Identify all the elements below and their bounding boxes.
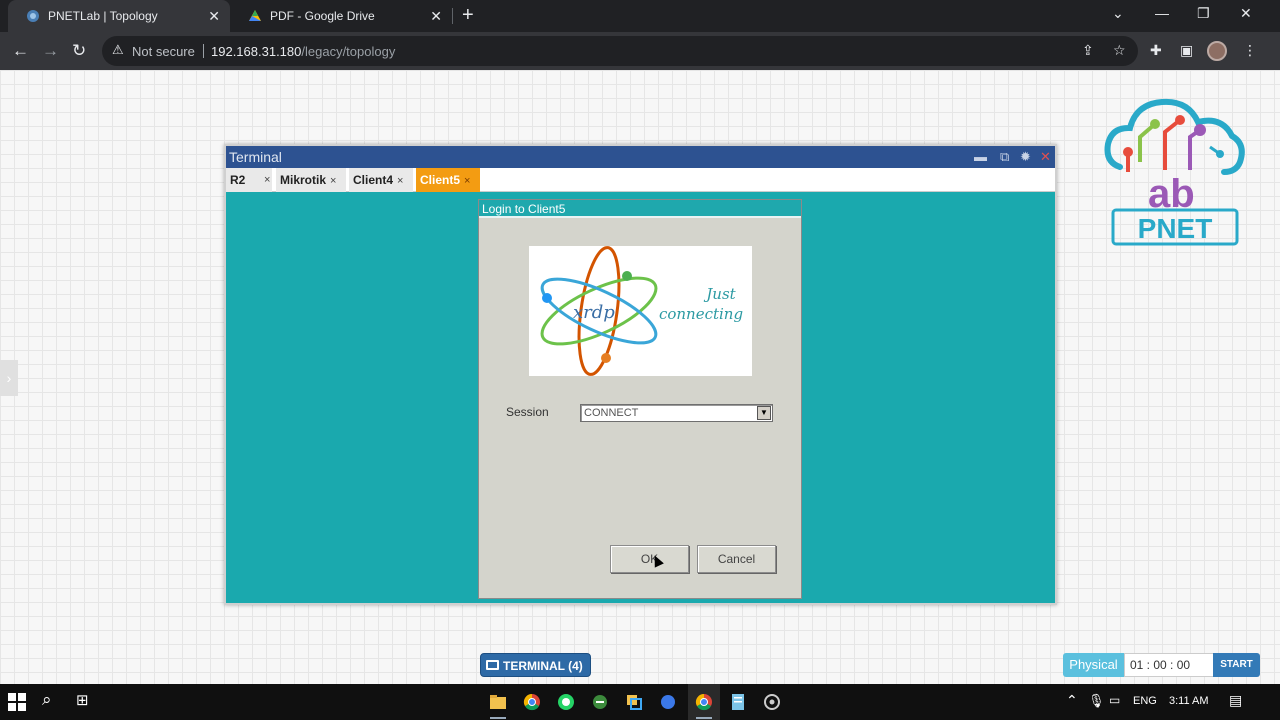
physical-mode-button[interactable]: Physical — [1063, 653, 1124, 677]
url-path: /legacy/topology — [301, 44, 396, 59]
tab-separator — [452, 8, 453, 24]
close-window-icon[interactable]: ✕ — [1240, 5, 1252, 22]
chrome-active-icon[interactable] — [694, 692, 714, 712]
terminal-title: Terminal — [229, 149, 282, 165]
xrdp-tagline-line-2: connecting — [658, 305, 744, 323]
login-dialog-title[interactable]: Login to Client5 — [479, 200, 801, 218]
terminal-tab-r2[interactable]: R2 × — [226, 168, 272, 192]
xrdp-logo-word: xrdp — [573, 302, 615, 323]
bookmark-star-icon[interactable]: ☆ — [1113, 42, 1126, 59]
show-hidden-icons-chevron-icon[interactable]: ⌃ — [1066, 692, 1078, 709]
minimize-icon[interactable]: ▬ — [974, 146, 987, 168]
tab-label: Client4 — [353, 173, 394, 187]
svg-text:PNET: PNET — [1138, 213, 1213, 244]
forward-arrow-icon[interactable]: → — [42, 41, 59, 61]
security-status-label[interactable]: Not secure — [132, 44, 195, 59]
language-indicator[interactable]: ENG — [1133, 695, 1157, 707]
browser-tab-google-drive[interactable]: PDF - Google Drive ✕ — [230, 0, 452, 32]
notepad-icon[interactable] — [728, 692, 748, 712]
browser-app-icon[interactable] — [658, 692, 678, 712]
browser-tab-title: PDF - Google Drive — [270, 9, 375, 23]
chrome-icon[interactable] — [522, 692, 542, 712]
terminal-tab-mikrotik[interactable]: Mikrotik × — [276, 168, 346, 192]
warning-triangle-icon: ⚠ — [112, 42, 124, 57]
tab-label: R2 — [230, 173, 246, 187]
google-drive-icon — [248, 9, 262, 23]
close-tab-icon[interactable]: × — [264, 168, 270, 192]
terminal-tab-client5[interactable]: Client5 × — [416, 168, 480, 192]
pnetlab-logo: ab PNET — [1104, 98, 1245, 246]
windows-taskbar: ⌕ ⊞ ⌃ 🎙 ▭ ENG 3:11 AM ▤ — [0, 684, 1280, 720]
more-menu-icon[interactable]: ⋮ — [1243, 42, 1257, 59]
side-panel-icon[interactable]: ▣ — [1180, 42, 1193, 59]
browser-tab-pnetlab[interactable]: PNETLab | Topology ✕ — [8, 0, 230, 32]
login-dialog: Login to Client5 xrdp Just connecting Se… — [478, 199, 802, 599]
terminal-toggle-label: TERMINAL (4) — [503, 659, 583, 673]
close-icon[interactable]: ✕ — [1040, 146, 1051, 168]
settings-app-icon[interactable] — [762, 692, 782, 712]
extensions-puzzle-icon[interactable]: ✚ — [1150, 42, 1162, 59]
tab-label: Mikrotik — [280, 173, 327, 187]
browser-tab-strip: PNETLab | Topology ✕ PDF - Google Drive … — [0, 0, 1280, 32]
microphone-icon[interactable]: 🎙 — [1088, 693, 1105, 709]
terminal-tab-bar: R2 × Mikrotik × Client4 × Client5 × — [226, 168, 1055, 192]
address-divider — [203, 44, 204, 58]
file-explorer-icon[interactable] — [488, 692, 508, 712]
terminal-titlebar[interactable]: Terminal ▬ ⧉ ✹ ✕ — [226, 146, 1055, 168]
taskbar-clock[interactable]: 3:11 AM — [1169, 695, 1209, 707]
session-select-value: CONNECT — [584, 407, 639, 419]
detach-window-icon[interactable]: ⧉ — [1000, 146, 1009, 168]
whatsapp-icon[interactable] — [556, 692, 576, 712]
taskbar-running-indicator — [490, 717, 506, 719]
pnetlab-favicon-icon — [26, 9, 40, 23]
settings-gear-icon[interactable]: ✹ — [1020, 146, 1031, 168]
battery-icon[interactable]: ▭ — [1109, 693, 1120, 707]
xrdp-logo: xrdp Just connecting — [529, 246, 752, 376]
browser-tab-title: PNETLab | Topology — [48, 9, 158, 23]
close-tab-icon[interactable]: × — [464, 175, 470, 187]
url-text[interactable]: 192.168.31.180/legacy/topology — [211, 44, 395, 59]
restore-window-icon[interactable]: ❐ — [1197, 5, 1210, 22]
terminal-tab-client4[interactable]: Client4 × — [349, 168, 413, 192]
new-tab-button[interactable]: + — [462, 4, 474, 27]
profile-avatar[interactable] — [1207, 41, 1227, 61]
close-tab-icon[interactable]: ✕ — [208, 8, 220, 25]
close-tab-icon[interactable]: ✕ — [430, 8, 442, 25]
sidebar-expand-handle[interactable]: › — [0, 360, 18, 396]
xrdp-tagline-line-1: Just — [706, 285, 736, 303]
dropdown-arrow-icon[interactable]: ▼ — [757, 406, 771, 420]
tab-label: Client5 — [420, 173, 461, 187]
app-icon[interactable] — [590, 692, 610, 712]
ok-button[interactable]: OK — [610, 545, 689, 573]
share-icon[interactable]: ⇪ — [1082, 42, 1094, 59]
xrdp-tagline: Just connecting — [641, 284, 761, 324]
taskbar-running-indicator — [696, 717, 712, 719]
session-select[interactable]: CONNECT ▼ — [580, 404, 773, 422]
monitor-icon — [486, 660, 499, 670]
minimize-window-icon[interactable]: — — [1155, 5, 1169, 21]
terminal-window: Terminal ▬ ⧉ ✹ ✕ R2 × Mikrotik × Client4 × … — [224, 144, 1057, 605]
close-tab-icon[interactable]: × — [330, 175, 336, 187]
browser-toolbar: ← → ↻ ⚠ Not secure 192.168.31.180/legacy… — [0, 32, 1280, 70]
windows-start-icon[interactable] — [8, 693, 26, 711]
window-switcher-icon[interactable] — [624, 692, 644, 712]
task-view-icon[interactable]: ⊞ — [76, 691, 89, 709]
notification-center-icon[interactable]: ▤ — [1229, 692, 1242, 709]
close-tab-icon[interactable]: × — [397, 175, 403, 187]
start-timer-button[interactable]: START — [1213, 653, 1260, 677]
search-icon[interactable]: ⌕ — [42, 690, 52, 710]
tab-search-icon[interactable]: ⌄ — [1112, 5, 1124, 22]
timer-input[interactable]: 01 : 00 : 00 — [1124, 653, 1214, 677]
session-label: Session — [506, 405, 549, 419]
cancel-button[interactable]: Cancel — [697, 545, 776, 573]
address-bar[interactable]: ⚠ Not secure 192.168.31.180/legacy/topol… — [102, 36, 1138, 66]
reload-icon[interactable]: ↻ — [72, 41, 86, 61]
terminal-toggle-button[interactable]: TERMINAL (4) — [480, 653, 591, 677]
topology-canvas[interactable]: › ab PNET Terminal ▬ ⧉ ✹ ✕ R2 × Mikrotik ×… — [0, 70, 1280, 684]
back-arrow-icon[interactable]: ← — [12, 41, 29, 61]
url-host: 192.168.31.180 — [211, 44, 302, 59]
